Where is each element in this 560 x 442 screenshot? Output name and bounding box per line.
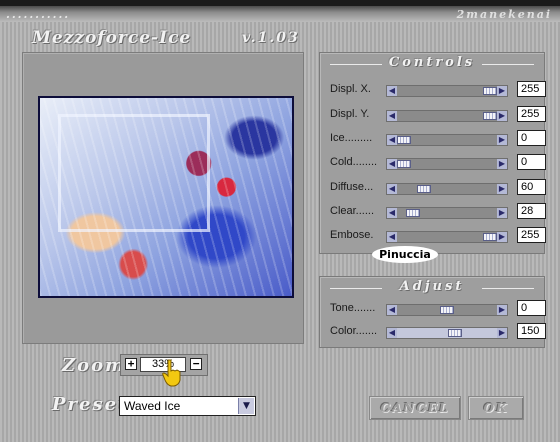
slider-track[interactable]: ◀ ▶ bbox=[386, 158, 508, 170]
hand-pointer-icon bbox=[162, 359, 181, 387]
arrow-left-icon[interactable]: ◀ bbox=[387, 328, 397, 338]
slider-thumb[interactable] bbox=[483, 233, 497, 241]
slider-label: Color....... bbox=[330, 325, 378, 337]
slider-thumb[interactable] bbox=[417, 185, 431, 193]
arrow-left-icon[interactable]: ◀ bbox=[387, 208, 397, 218]
arrow-left-icon[interactable]: ◀ bbox=[387, 111, 397, 121]
slider-row-embose: Embose. ◀ ▶ 255 bbox=[330, 227, 546, 245]
zoom-label: Zoom bbox=[62, 355, 127, 376]
slider-label: Clear...... bbox=[330, 205, 375, 217]
preset-label: Preset bbox=[52, 394, 129, 415]
value-field[interactable]: 0 bbox=[517, 130, 546, 146]
arrow-left-icon[interactable]: ◀ bbox=[387, 232, 397, 242]
arrow-left-icon[interactable]: ◀ bbox=[387, 159, 397, 169]
slider-thumb[interactable] bbox=[440, 306, 454, 314]
slider-track[interactable]: ◀ ▶ bbox=[386, 134, 508, 146]
slider-row-color: Color....... ◀ ▶ 150 bbox=[330, 323, 546, 341]
slider-thumb[interactable] bbox=[483, 112, 497, 120]
arrow-right-icon[interactable]: ▶ bbox=[497, 135, 507, 145]
zoom-in-button[interactable]: + bbox=[125, 358, 137, 370]
zoom-out-button[interactable]: − bbox=[190, 358, 202, 370]
slider-row-diffuse: Diffuse... ◀ ▶ 60 bbox=[330, 179, 546, 197]
arrow-right-icon[interactable]: ▶ bbox=[497, 305, 507, 315]
slider-row-displ-y: Displ. Y. ◀ ▶ 255 bbox=[330, 106, 546, 124]
cancel-button[interactable]: CANCEL bbox=[369, 396, 461, 420]
arrow-right-icon[interactable]: ▶ bbox=[497, 232, 507, 242]
title-bar-text: ........... bbox=[6, 8, 71, 21]
preview-image[interactable] bbox=[38, 96, 294, 298]
slider-thumb[interactable] bbox=[397, 136, 411, 144]
slider-thumb[interactable] bbox=[397, 160, 411, 168]
arrow-right-icon[interactable]: ▶ bbox=[497, 86, 507, 96]
value-field[interactable]: 150 bbox=[517, 323, 546, 339]
controls-title: Controls bbox=[320, 55, 544, 70]
slider-track[interactable]: ◀ ▶ bbox=[386, 110, 508, 122]
controls-group: Controls Displ. X. ◀ ▶ 255 Displ. Y. ◀ ▶… bbox=[319, 52, 546, 263]
slider-label: Cold........ bbox=[330, 156, 378, 168]
value-field[interactable]: 0 bbox=[517, 154, 546, 170]
filter-dialog: ........... 2manekenai Mezzoforce-Ice v.… bbox=[0, 0, 560, 442]
ice-texture-overlay bbox=[40, 98, 292, 296]
slider-row-cold: Cold........ ◀ ▶ 0 bbox=[330, 154, 546, 172]
value-field[interactable]: 255 bbox=[517, 81, 546, 97]
arrow-left-icon[interactable]: ◀ bbox=[387, 184, 397, 194]
value-field[interactable]: 28 bbox=[517, 203, 546, 219]
slider-row-displ-x: Displ. X. ◀ ▶ 255 bbox=[330, 81, 546, 99]
adjust-title: Adjust bbox=[320, 279, 544, 294]
preset-value: Waved Ice bbox=[124, 399, 181, 413]
slider-track[interactable]: ◀ ▶ bbox=[386, 327, 508, 339]
arrow-right-icon[interactable]: ▶ bbox=[497, 184, 507, 194]
value-field[interactable]: 255 bbox=[517, 106, 546, 122]
slider-thumb[interactable] bbox=[406, 209, 420, 217]
slider-label: Embose. bbox=[330, 229, 374, 241]
preset-dropdown[interactable]: Waved Ice ▼ bbox=[119, 396, 256, 416]
slider-track[interactable]: ◀ ▶ bbox=[386, 304, 508, 316]
arrow-right-icon[interactable]: ▶ bbox=[497, 328, 507, 338]
value-field[interactable]: 0 bbox=[517, 300, 546, 316]
plugin-version: v.1.03 bbox=[242, 30, 300, 46]
slider-row-ice: Ice......... ◀ ▶ 0 bbox=[330, 130, 546, 148]
arrow-left-icon[interactable]: ◀ bbox=[387, 135, 397, 145]
arrow-left-icon[interactable]: ◀ bbox=[387, 86, 397, 96]
arrow-left-icon[interactable]: ◀ bbox=[387, 305, 397, 315]
slider-label: Displ. Y. bbox=[330, 108, 370, 120]
slider-row-clear: Clear...... ◀ ▶ 28 bbox=[330, 203, 546, 221]
chevron-down-icon[interactable]: ▼ bbox=[238, 398, 254, 414]
arrow-right-icon[interactable]: ▶ bbox=[497, 208, 507, 218]
ok-button[interactable]: OK bbox=[468, 396, 524, 420]
slider-label: Ice......... bbox=[330, 132, 373, 144]
preview-panel bbox=[22, 52, 304, 344]
value-field[interactable]: 60 bbox=[517, 179, 546, 195]
slider-thumb[interactable] bbox=[483, 87, 497, 95]
slider-track[interactable]: ◀ ▶ bbox=[386, 183, 508, 195]
brand-text: 2manekenai bbox=[456, 8, 552, 21]
slider-label: Diffuse... bbox=[330, 181, 374, 193]
plugin-title: Mezzoforce-Ice bbox=[32, 28, 192, 48]
slider-row-tone: Tone....... ◀ ▶ 0 bbox=[330, 300, 546, 318]
title-bar: ........... 2manekenai bbox=[0, 0, 560, 22]
value-field[interactable]: 255 bbox=[517, 227, 546, 243]
slider-label: Displ. X. bbox=[330, 83, 371, 95]
arrow-right-icon[interactable]: ▶ bbox=[497, 111, 507, 121]
adjust-group: Adjust Tone....... ◀ ▶ 0 Color....... ◀ … bbox=[319, 276, 546, 348]
slider-track[interactable]: ◀ ▶ bbox=[386, 231, 508, 243]
arrow-right-icon[interactable]: ▶ bbox=[497, 159, 507, 169]
slider-label: Tone....... bbox=[330, 302, 376, 314]
slider-thumb[interactable] bbox=[448, 329, 462, 337]
slider-track[interactable]: ◀ ▶ bbox=[386, 85, 508, 97]
signature-watermark: Pinuccia bbox=[372, 246, 438, 263]
slider-track[interactable]: ◀ ▶ bbox=[386, 207, 508, 219]
